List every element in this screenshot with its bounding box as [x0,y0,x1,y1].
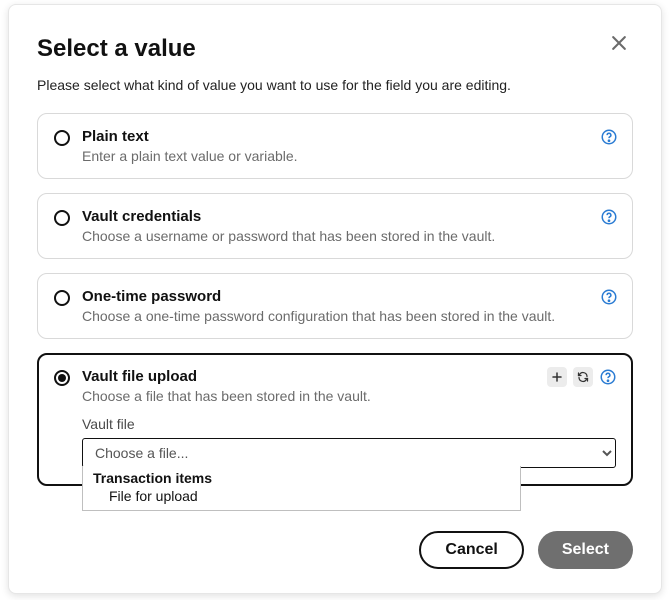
refresh-icon [577,371,589,383]
option-one-time-password[interactable]: One-time password Choose a one-time pass… [37,273,633,339]
vault-file-select[interactable]: Choose a file... [82,438,616,468]
radio-vault-credentials[interactable] [54,210,70,226]
modal-subtitle: Please select what kind of value you wan… [37,77,633,93]
plus-icon [551,371,563,383]
option-title: Vault credentials [82,208,616,225]
cancel-button[interactable]: Cancel [419,531,523,569]
add-button[interactable] [547,367,567,387]
refresh-button[interactable] [573,367,593,387]
help-icon[interactable] [600,128,618,146]
option-vault-file-upload[interactable]: Vault file upload Choose a file that has… [37,353,633,486]
option-vault-credentials[interactable]: Vault credentials Choose a username or p… [37,193,633,259]
option-toolbar [547,367,617,387]
radio-vault-file-upload[interactable] [54,370,70,386]
option-plain-text[interactable]: Plain text Enter a plain text value or v… [37,113,633,179]
vault-file-dropdown: Transaction items File for upload [82,466,521,511]
help-icon[interactable] [599,368,617,386]
radio-plain-text[interactable] [54,130,70,146]
option-desc: Choose a username or password that has b… [82,228,616,244]
help-icon[interactable] [600,288,618,306]
close-icon [609,33,629,53]
vault-file-section: Vault file Choose a file... [54,416,616,468]
modal-footer: Cancel Select [419,531,633,569]
select-button[interactable]: Select [538,531,633,569]
option-title: Plain text [82,128,616,145]
modal-title: Select a value [37,35,196,63]
option-desc: Choose a file that has been stored in th… [82,388,616,404]
radio-one-time-password[interactable] [54,290,70,306]
dropdown-group: Transaction items [83,466,520,486]
vault-file-label: Vault file [82,416,616,432]
select-value-modal: Select a value Please select what kind o… [8,4,662,594]
option-desc: Choose a one-time password configuration… [82,308,616,324]
help-icon[interactable] [600,208,618,226]
option-title: One-time password [82,288,616,305]
option-title: Vault file upload [82,368,616,385]
dropdown-item-file-for-upload[interactable]: File for upload [83,486,520,510]
close-button[interactable] [605,29,633,57]
modal-header: Select a value [37,29,633,77]
option-desc: Enter a plain text value or variable. [82,148,616,164]
